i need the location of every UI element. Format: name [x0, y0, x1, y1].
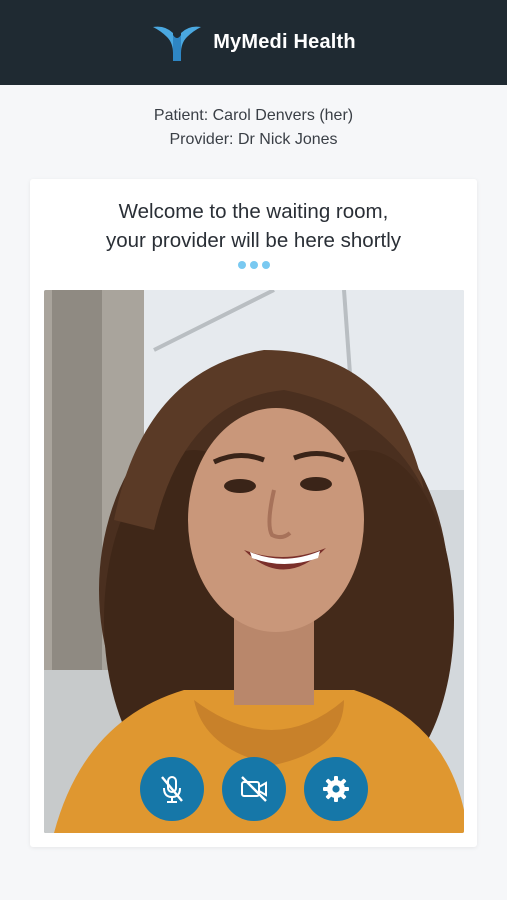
waiting-room-card: Welcome to the waiting room, your provid… — [30, 179, 477, 847]
gear-icon — [323, 776, 349, 802]
settings-button[interactable] — [304, 757, 368, 821]
waiting-room-message: Welcome to the waiting room, your provid… — [30, 197, 477, 255]
patient-name: Patient: Carol Denvers (her) — [153, 107, 354, 124]
provider-name: Provider: Dr Nick Jones — [169, 131, 338, 148]
toggle-camera-button[interactable] — [222, 757, 286, 821]
call-controls — [44, 757, 464, 821]
app-header: MyMedi Health — [0, 0, 507, 85]
brand-name: MyMedi Health — [213, 31, 356, 53]
loading-dot — [249, 261, 258, 269]
mymedi-logo-icon — [153, 26, 202, 61]
loading-dot — [237, 261, 246, 269]
brand[interactable]: MyMedi Health — [151, 23, 356, 63]
camera-off-icon — [241, 776, 267, 802]
mute-microphone-button[interactable] — [140, 757, 204, 821]
waiting-message-line-2: your provider will be here shortly — [105, 229, 402, 252]
microphone-off-icon — [161, 776, 183, 803]
self-view-video — [44, 290, 464, 833]
waiting-message-line-1: Welcome to the waiting room, — [118, 200, 389, 223]
session-info: Patient: Carol Denvers (her) Provider: D… — [0, 104, 507, 152]
typing-dots-icon — [30, 261, 477, 269]
camera-feed-image — [44, 290, 464, 833]
loading-dot — [261, 261, 270, 269]
